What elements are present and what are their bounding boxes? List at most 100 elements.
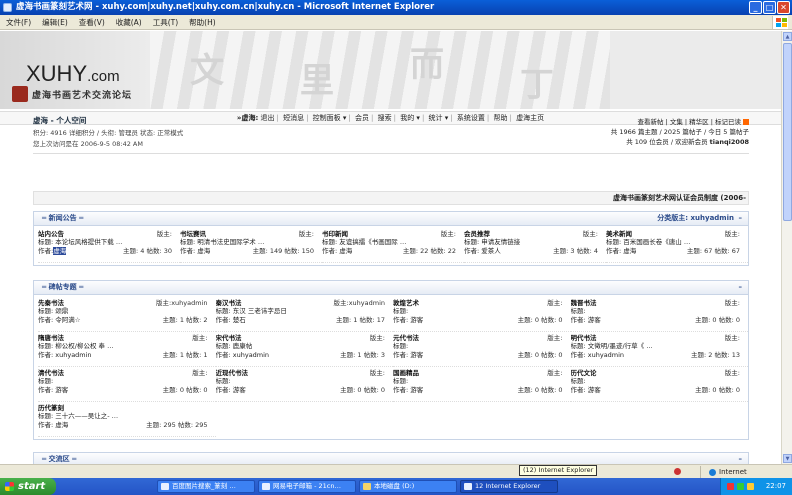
forum-cell[interactable]: 宋代书法 版主: 标题: 鹿康帖 作者: xuhyadmin 主题: 1 帖数: 3	[215, 332, 393, 367]
calligraphy-decoration: 文	[190, 51, 224, 91]
security-icon	[672, 466, 686, 478]
site-logo[interactable]: XUHY.com	[26, 61, 120, 87]
forum-cell[interactable]: 历代篆刻 标题: 三十六——吴让之- … 作者: 虚海 主题: 295 帖数: 295	[38, 402, 216, 437]
vertical-scrollbar[interactable]: ▲ ▼	[781, 31, 792, 464]
taskbar-item-active[interactable]: 12 Internet Explorer	[460, 480, 558, 493]
start-button[interactable]: start	[0, 478, 56, 495]
latest-topic[interactable]: 标题: 三十六——吴让之- …	[38, 412, 118, 420]
forum-cell[interactable]: 秦汉书法 版主:xuhyadmin 标题: 东汉 三老讳字忌日 作者: 楚石 主题: 1…	[215, 297, 393, 332]
forum-cell[interactable]: 国画精品 版主: 标题: 作者: 游客 主题: 0 帖数: 0	[393, 367, 571, 402]
browser-viewport: 文 里 而 丁 XUHY.com 虚海书画艺术交流论坛 »虚海: 退出 | 短消息…	[0, 31, 781, 464]
latest-topic[interactable]: 标题:	[216, 377, 231, 385]
rss-icon[interactable]	[743, 119, 749, 125]
forum-name[interactable]: 秦汉书法	[216, 299, 242, 307]
forum-name[interactable]: 历代文论	[571, 369, 597, 377]
ie-icon	[161, 483, 169, 490]
forum-cell[interactable]: 历代文论 版主: 标题: 作者: 游客 主题: 0 帖数: 0	[570, 367, 748, 402]
ie-icon	[262, 483, 270, 490]
maximize-button[interactable]: □	[763, 1, 776, 14]
latest-topic[interactable]: 标题: 文徵明/墨迹/行草《 …	[571, 342, 653, 350]
calligraphy-decoration: 丁	[520, 65, 554, 105]
announcement-bar[interactable]: 虚海书画篆刻艺术网认证会员制度 (2006-	[33, 191, 749, 205]
forum-name[interactable]: 魏晋书法	[571, 299, 597, 307]
latest-author: 作者: 楚石	[215, 315, 246, 324]
forum-name[interactable]: 元代书法	[393, 334, 419, 342]
menu-edit[interactable]: 编辑(E)	[42, 17, 68, 28]
window-title-bar[interactable]: 虚海书画篆刻艺术网 - xuhy.com|xuhy.net|xuhy.com.c…	[0, 0, 792, 15]
collapse-toggle[interactable]: –	[739, 212, 743, 225]
author-link[interactable]: 虚海	[53, 246, 67, 255]
forum-cell[interactable]: 书印新闻 版主: 标题: 友谊搞擂《书画国际 … 作者: 虚海 主题: 22 帖数: 2…	[322, 228, 464, 263]
last-visit: 您上次访问是在 2006-9-5 08:42 AM	[33, 140, 143, 148]
latest-topic[interactable]: 标题:	[393, 377, 408, 385]
quick-links[interactable]: 查看新帖 | 文集 | 精华区 | 标记已读	[638, 118, 741, 126]
tray-icon[interactable]	[747, 483, 754, 490]
forum-name[interactable]: 隋唐书法	[38, 334, 64, 342]
forum-cell[interactable]: 书坛赛讯 版主: 标题: 明清书法史国际学术 … 作者: 虚海 主题: 149 帖数: …	[180, 228, 322, 263]
forum-name[interactable]: 宋代书法	[216, 334, 242, 342]
forum-stats: 主题: 295 帖数: 295	[146, 421, 208, 429]
forum-stats: 主题: 1 帖数: 3	[340, 351, 385, 359]
forum-name[interactable]: 近现代书法	[216, 369, 249, 377]
forum-cell[interactable]: 美术新闻 版主: 标题: 百米国画长卷《唐山 … 作者: 虚海 主题: 67 帖数: 6…	[606, 228, 748, 263]
latest-topic[interactable]: 标题: 柳公权/柳公权 奉 …	[38, 342, 114, 350]
tray-icon[interactable]	[727, 483, 734, 490]
forum-name[interactable]: 清代书法	[38, 369, 64, 377]
close-button[interactable]: ✕	[777, 1, 790, 14]
latest-topic[interactable]: 标题: 鹿康帖	[216, 342, 253, 350]
menu-view[interactable]: 查看(V)	[79, 17, 105, 28]
menu-help[interactable]: 帮助(H)	[189, 17, 216, 28]
forum-cell[interactable]: 站内公告 版主: 标题: 本论坛风格提供下载 … 作者:虚海 主题: 4 帖数: 30	[38, 228, 180, 263]
forum-moderator: 版主:	[547, 334, 563, 342]
latest-topic[interactable]: 标题:	[38, 377, 53, 385]
forum-cell[interactable]: 先秦书法 版主:xuhyadmin 标题: 颂鼎 作者: 令阿满☆ 主题: 1 帖数: …	[38, 297, 216, 332]
latest-topic[interactable]: 标题: 颂鼎	[38, 307, 68, 315]
latest-topic[interactable]: 标题:	[571, 377, 586, 385]
forum-stats: 主题: 0 帖数: 0	[517, 351, 563, 359]
section-header[interactable]: ═ 碑帖专题 ═ –	[34, 281, 748, 295]
menu-bar: 文件(F) 编辑(E) 查看(V) 收藏(A) 工具(T) 帮助(H)	[0, 15, 792, 30]
taskbar-item[interactable]: 百度图片搜索_篆刻 …	[157, 480, 255, 493]
menu-file[interactable]: 文件(F)	[6, 17, 31, 28]
tray-icon[interactable]	[737, 483, 744, 490]
forum-cell[interactable]: 隋唐书法 版主: 标题: 柳公权/柳公权 奉 … 作者: xuhyadmin 主题: 1…	[38, 332, 216, 367]
latest-topic[interactable]: 标题:	[393, 307, 408, 315]
taskbar-tooltip: (12) Internet Explorer	[519, 465, 598, 476]
forum-cell[interactable]: 会员推荐 版主: 标题: 申请友情链接 作者: 爱茶人 主题: 3 帖数: 4	[464, 228, 606, 263]
forum-name[interactable]: 明代书法	[571, 334, 597, 342]
forum-name[interactable]: 敦煌艺术	[393, 299, 419, 307]
section-rubbings: ═ 碑帖专题 ═ – 先秦书法 版主:xuhyadmin 标题: 颂鼎 作者: 令阿满…	[33, 280, 749, 440]
latest-topic[interactable]: 标题:	[393, 342, 408, 350]
forum-cell[interactable]: 元代书法 版主: 标题: 作者: 游客 主题: 0 帖数: 0	[393, 332, 571, 367]
myspace-title[interactable]: 虚海 - 个人空间	[33, 115, 86, 126]
forum-moderator: 版主:	[724, 334, 740, 342]
forum-name[interactable]: 历代篆刻	[38, 404, 64, 412]
forum-cell[interactable]: 清代书法 版主: 标题: 作者: 游客 主题: 0 帖数: 0	[38, 367, 216, 402]
forum-cell[interactable]: 魏晋书法 版主: 标题: 作者: 游客 主题: 0 帖数: 0	[570, 297, 748, 332]
section-header[interactable]: ═ 交流区 ═ –	[34, 453, 748, 464]
new-member-link[interactable]: tianqi2008	[710, 138, 749, 146]
forum-name[interactable]: 国画精品	[393, 369, 419, 377]
taskbar-item[interactable]: 网易电子邮箱 - 21cn…	[258, 480, 356, 493]
scroll-up-icon[interactable]: ▲	[783, 32, 792, 41]
scroll-thumb[interactable]	[783, 43, 792, 221]
windows-flag-icon	[5, 482, 14, 491]
taskbar-item[interactable]: 本地磁盘 (D:)	[359, 480, 457, 493]
forum-cell[interactable]: 近现代书法 版主: 标题: 作者: 游客 主题: 0 帖数: 0	[215, 367, 393, 402]
category-moderators[interactable]: 分类版主: xuhyadmin	[657, 212, 734, 225]
menu-favorites[interactable]: 收藏(A)	[116, 17, 142, 28]
section-header[interactable]: ═ 新闻公告 ═ 分类版主: xuhyadmin –	[34, 212, 748, 226]
forum-stats: 主题: 1 帖数: 2	[162, 316, 208, 324]
latest-topic[interactable]: 标题: 东汉 三老讳字忌日	[216, 307, 287, 315]
collapse-toggle[interactable]: –	[739, 453, 743, 464]
latest-topic[interactable]: 标题:	[571, 307, 586, 315]
menu-tools[interactable]: 工具(T)	[153, 17, 178, 28]
collapse-toggle[interactable]: –	[739, 281, 743, 294]
forum-cell[interactable]: 明代书法 版主: 标题: 文徵明/墨迹/行草《 … 作者: xuhyadmin 主题: …	[570, 332, 748, 367]
minimize-button[interactable]: _	[749, 1, 762, 14]
forum-moderator: 版主:xuhyadmin	[333, 299, 386, 307]
forum-name[interactable]: 先秦书法	[38, 299, 64, 307]
forum-stats: 主题: 0 帖数: 0	[162, 386, 208, 394]
forum-cell[interactable]: 敦煌艺术 版主: 标题: 作者: 游客 主题: 0 帖数: 0	[393, 297, 571, 332]
scroll-down-icon[interactable]: ▼	[783, 454, 792, 463]
